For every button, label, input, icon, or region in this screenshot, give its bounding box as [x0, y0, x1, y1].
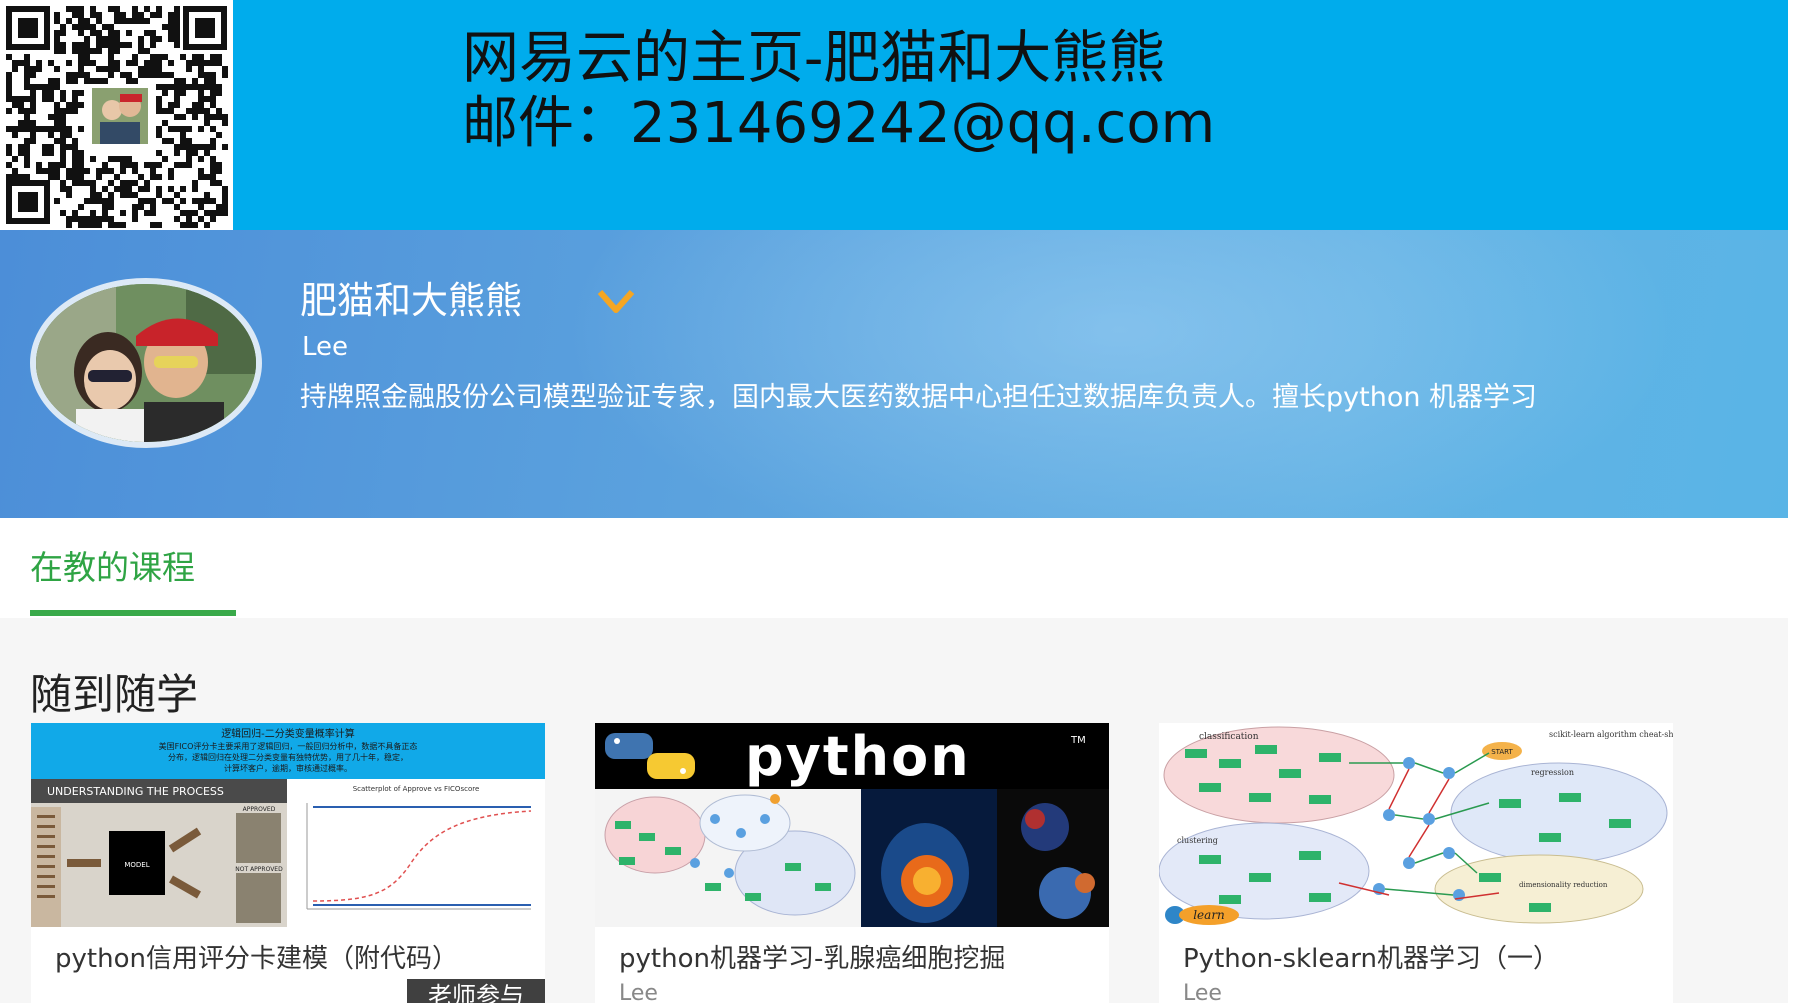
- course-title[interactable]: Python-sklearn机器学习（一）: [1183, 943, 1653, 975]
- thumb-classification: classification: [1199, 732, 1259, 742]
- thumb-band: UNDERSTANDING THE PROCESS: [47, 785, 224, 798]
- thumb-cheat-sheet: scikit-learn algorithm cheat-sheet: [1549, 730, 1673, 739]
- thumb-model: MODEL: [124, 861, 149, 869]
- qr-code-icon: [0, 0, 233, 230]
- thumb-not-approved: NOT APPROVED: [235, 866, 283, 873]
- profile-name: 肥猫和大熊熊: [300, 279, 522, 322]
- profile-bio: 持牌照金融股份公司模型验证专家，国内最大医药数据中心担任过数据库负责人。擅长py…: [300, 382, 1538, 413]
- python-wordmark: python: [745, 725, 971, 788]
- profile-header: 肥猫和大熊熊 Lee 持牌照金融股份公司模型验证专家，国内最大医药数据中心担任过…: [0, 230, 1788, 518]
- course-author: Lee: [619, 981, 658, 1003]
- course-thumbnail[interactable]: classification scikit-learn algorithm ch…: [1159, 723, 1673, 927]
- thumb-dimensionality: dimensionality reduction: [1519, 881, 1608, 889]
- avatar[interactable]: [30, 278, 262, 448]
- tab-teaching-courses[interactable]: 在教的课程: [30, 548, 195, 588]
- page: 网易云的主页-肥猫和大熊熊 邮件：231469242@qq.com 肥猫和大熊熊…: [0, 0, 1809, 1003]
- tab-active-indicator: [30, 610, 236, 616]
- chevron-down-icon[interactable]: [596, 286, 636, 318]
- course-card-breast-cancer[interactable]: python TM python机器学习-乳腺癌细胞挖掘 Lee: [595, 723, 1109, 1003]
- content-area: 在教的课程 随到随学 逻辑回归-二分类变量概率计算 美国FICO评分卡主要采用了…: [0, 518, 1788, 1003]
- course-thumbnail[interactable]: python TM: [595, 723, 1109, 927]
- course-card-credit-scorecard[interactable]: 逻辑回归-二分类变量概率计算 美国FICO评分卡主要采用了逻辑回归，一般回归分析…: [31, 723, 545, 1003]
- top-banner: 网易云的主页-肥猫和大熊熊 邮件：231469242@qq.com: [0, 0, 1788, 230]
- profile-english-name: Lee: [302, 332, 349, 362]
- thumb-plot-title: Scatterplot of Approve vs FICOscore: [353, 785, 480, 793]
- thumb-line-2: 分布，逻辑回归在处理二分类变量有独特优势，用了几十年，稳定，: [168, 752, 408, 762]
- thumb-regression: regression: [1531, 768, 1574, 777]
- thumb-approved: APPROVED: [243, 806, 276, 813]
- thumb-line-3: 计算坏客户，逾期，审核通过概率。: [224, 763, 352, 773]
- course-card-sklearn[interactable]: classification scikit-learn algorithm ch…: [1159, 723, 1673, 1003]
- course-title[interactable]: python机器学习-乳腺癌细胞挖掘: [619, 943, 1089, 975]
- banner-email: 邮件：231469242@qq.com: [462, 91, 1216, 156]
- trademark-mark: TM: [1070, 735, 1086, 746]
- teacher-participates-badge: 老师参与: [407, 979, 545, 1003]
- banner-title: 网易云的主页-肥猫和大熊熊: [462, 25, 1166, 91]
- thumb-clustering: clustering: [1177, 836, 1218, 845]
- sklearn-logo-text: learn: [1193, 908, 1225, 922]
- header-glow: [520, 230, 1720, 518]
- tab-bar: 在教的课程: [0, 518, 1788, 618]
- thumb-line-1: 美国FICO评分卡主要采用了逻辑回归，一般回归分析中，数据不具备正态: [159, 741, 418, 751]
- course-title[interactable]: python信用评分卡建模（附代码）: [55, 943, 525, 975]
- course-thumbnail[interactable]: 逻辑回归-二分类变量概率计算 美国FICO评分卡主要采用了逻辑回归，一般回归分析…: [31, 723, 545, 927]
- thumb-start: START: [1491, 748, 1513, 756]
- thumb-heading: 逻辑回归-二分类变量概率计算: [221, 727, 355, 740]
- section-title: 随到随学: [30, 670, 199, 719]
- course-author: Lee: [1183, 981, 1222, 1003]
